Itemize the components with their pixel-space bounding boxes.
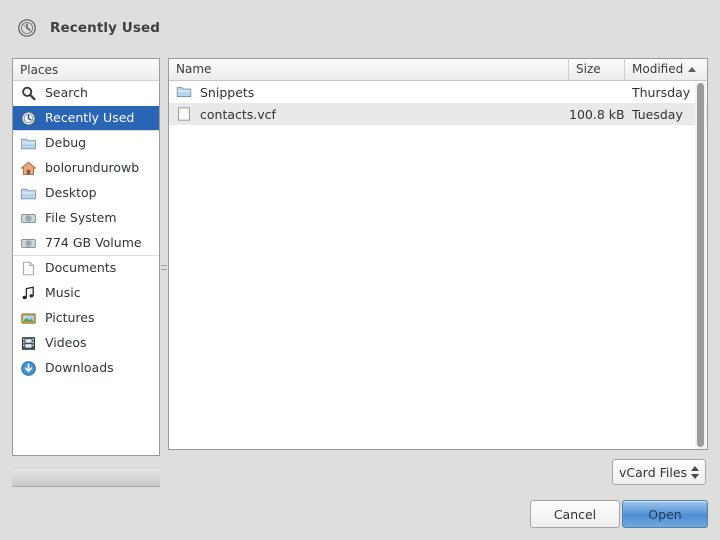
file-list-scrollbar[interactable] xyxy=(695,82,706,449)
folder-icon xyxy=(20,135,37,152)
music-icon xyxy=(20,285,37,302)
sidebar-item-recently-used[interactable]: Recently Used xyxy=(13,106,159,131)
drive-icon xyxy=(20,210,37,227)
chevron-up-icon xyxy=(691,465,699,471)
file-icon xyxy=(176,106,192,122)
recent-icon xyxy=(20,110,37,127)
video-icon xyxy=(20,335,37,352)
places-header: Places xyxy=(13,59,159,81)
sidebar-item-file-system[interactable]: File System xyxy=(13,206,159,231)
column-header-modified-label: Modified xyxy=(632,62,684,76)
sidebar-item-label: Downloads xyxy=(45,360,114,376)
home-icon xyxy=(20,160,37,177)
sidebar-item-music[interactable]: Music xyxy=(13,281,159,306)
sidebar-item-label: Music xyxy=(45,285,81,301)
places-sidebar: Places Search Recently Used Debug boloru… xyxy=(12,58,160,456)
sidebar-item-label: Desktop xyxy=(45,185,97,201)
chevron-down-icon xyxy=(691,473,699,479)
sidebar-item-label: Documents xyxy=(45,260,117,276)
sidebar-item-debug[interactable]: Debug xyxy=(13,131,159,156)
sidebar-item-label: 774 GB Volume xyxy=(45,234,142,250)
sidebar-item-pictures[interactable]: Pictures xyxy=(13,306,159,331)
dialog-titlebar: Recently Used xyxy=(0,0,720,56)
sidebar-item-label: Debug xyxy=(45,135,87,151)
sidebar-item-volume[interactable]: 774 GB Volume xyxy=(13,231,159,256)
table-row[interactable]: Snippets Thursday xyxy=(169,81,707,103)
column-header-name[interactable]: Name xyxy=(169,59,569,80)
sidebar-item-label: Recently Used xyxy=(45,109,135,125)
download-icon xyxy=(20,360,37,377)
folder-icon xyxy=(20,185,37,202)
file-list: Name Size Modified Snippets Thursday con… xyxy=(168,58,708,450)
splitter-grip-line xyxy=(161,265,167,266)
file-list-header: Name Size Modified xyxy=(169,59,707,81)
sidebar-item-home[interactable]: bolorundurowb xyxy=(13,156,159,181)
splitter-grip-line xyxy=(161,269,167,270)
recent-clock-icon xyxy=(16,17,38,39)
sidebar-item-label: Search xyxy=(45,85,88,101)
pictures-icon xyxy=(20,310,37,327)
folder-icon xyxy=(176,84,192,100)
file-name-cell: Snippets xyxy=(169,84,569,100)
file-type-filter-dropdown[interactable]: vCard Files xyxy=(612,459,706,485)
cancel-button[interactable]: Cancel xyxy=(530,500,620,528)
sidebar-item-videos[interactable]: Videos xyxy=(13,331,159,356)
sidebar-item-documents[interactable]: Documents xyxy=(13,256,159,281)
sidebar-item-search[interactable]: Search xyxy=(13,81,159,106)
sidebar-item-downloads[interactable]: Downloads xyxy=(13,356,159,381)
file-name-cell: contacts.vcf xyxy=(169,106,569,122)
sidebar-item-label: Videos xyxy=(45,335,87,351)
open-button[interactable]: Open xyxy=(622,500,708,528)
column-header-size[interactable]: Size xyxy=(569,59,625,80)
drive-icon xyxy=(20,235,37,252)
column-header-modified[interactable]: Modified xyxy=(625,59,707,80)
sidebar-footer-bar xyxy=(12,469,160,487)
table-row[interactable]: contacts.vcf 100.8 kB Tuesday xyxy=(169,103,707,125)
sort-ascending-icon xyxy=(688,67,697,72)
file-name-label: Snippets xyxy=(200,84,255,100)
page-title: Recently Used xyxy=(50,20,161,36)
sidebar-item-label: bolorundurowb xyxy=(45,160,140,176)
sidebar-item-desktop[interactable]: Desktop xyxy=(13,181,159,206)
file-type-filter-value: vCard Files xyxy=(619,464,688,480)
spinner-arrows-icon xyxy=(691,465,699,479)
document-icon xyxy=(20,260,37,277)
scrollbar-thumb[interactable] xyxy=(697,83,704,447)
search-icon xyxy=(20,85,37,102)
sidebar-item-label: Pictures xyxy=(45,310,95,326)
sidebar-item-label: File System xyxy=(45,210,117,226)
sidebar-splitter-handle[interactable] xyxy=(161,262,167,284)
file-name-label: contacts.vcf xyxy=(200,106,276,122)
file-size-cell: 100.8 kB xyxy=(569,106,625,122)
